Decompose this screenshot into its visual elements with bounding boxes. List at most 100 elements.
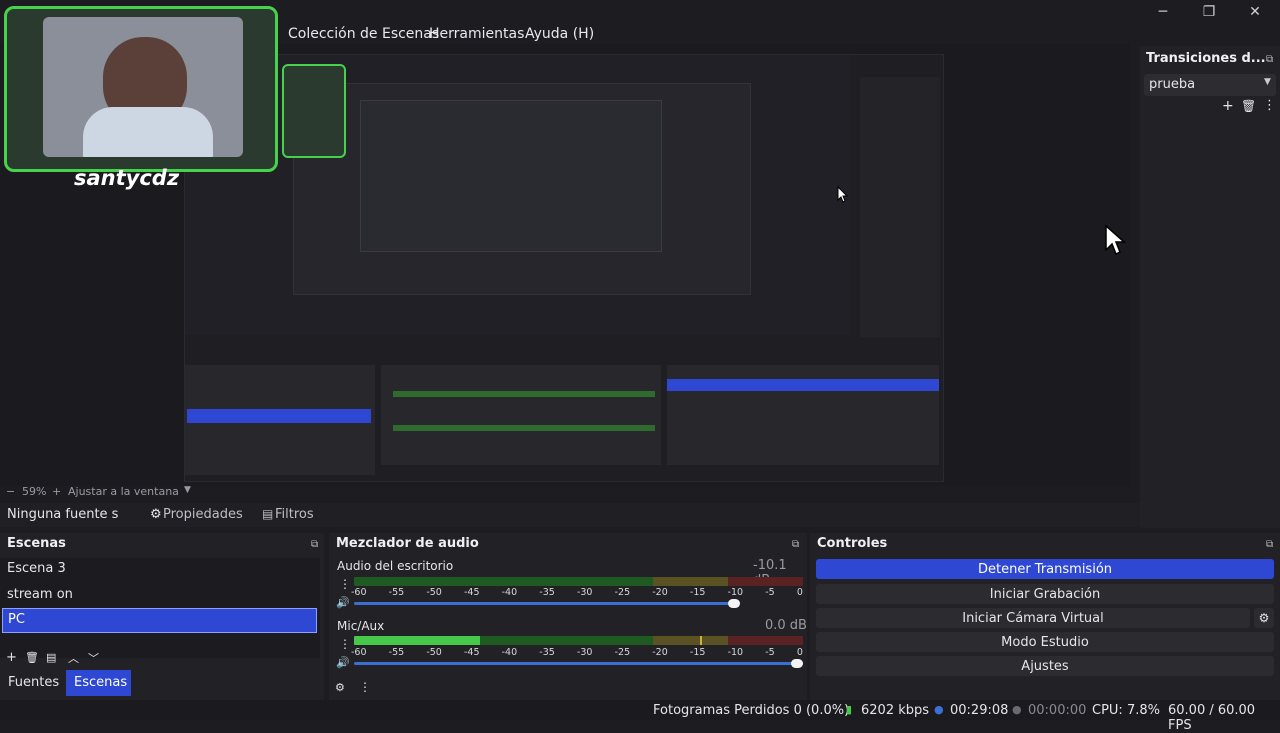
audio-mixer-panel: Mezclador de audio ⧉ Audio del escritori… — [329, 533, 807, 700]
studio-mode-button[interactable]: Modo Estudio — [816, 632, 1274, 652]
filter-icon[interactable]: ▤ — [46, 651, 56, 664]
nested-preview-level2 — [293, 83, 751, 295]
volume-meter — [354, 577, 803, 586]
filter-icon: ▤ — [262, 507, 274, 521]
start-virtual-camera-button[interactable]: Iniciar Cámara Virtual — [816, 608, 1250, 628]
close-button[interactable]: ✕ — [1232, 0, 1278, 24]
source-toolbar: Ninguna fuente s ⚙ Propiedades ▤ Filtros — [0, 503, 1140, 527]
tab-scenes[interactable]: Escenas — [66, 670, 131, 696]
meter-tick-label: -30 — [576, 587, 593, 598]
meter-ticks: -60 -55 -50 -45 -40 -35 -30 -25 -20 -15 -10 -5 0 — [351, 647, 803, 658]
add-icon[interactable]: + — [1222, 98, 1234, 114]
tab-sources[interactable]: Fuentes — [8, 675, 59, 690]
scenes-title: Escenas — [7, 536, 66, 551]
dock-float-icon[interactable]: ⧉ — [1266, 539, 1273, 550]
zoom-level: 59% — [22, 485, 47, 498]
volume-knob[interactable] — [791, 659, 803, 668]
nested-cursor-icon — [837, 186, 849, 203]
nested-mixer — [381, 365, 661, 465]
transitions-title: Transiciones d... — [1146, 51, 1266, 66]
scene-list: Escena 3 stream on PC — [0, 558, 320, 658]
dock-float-icon[interactable]: ⧉ — [792, 539, 799, 550]
webcam-name-label: santycdz — [74, 166, 180, 190]
chevron-down-icon[interactable]: ▼ — [184, 485, 191, 495]
channel-db: 0.0 dB — [765, 618, 807, 633]
meter-tick-label: -25 — [614, 647, 631, 658]
start-recording-button[interactable]: Iniciar Grabación — [816, 584, 1274, 604]
add-scene-icon[interactable]: + — [6, 650, 17, 665]
properties-button[interactable]: Propiedades — [163, 507, 243, 522]
record-icon: ● — [1012, 703, 1022, 716]
meter-tick-label: -15 — [689, 587, 706, 598]
mixer-title: Mezclador de audio — [336, 536, 479, 551]
meter-band — [728, 636, 803, 645]
stop-stream-button[interactable]: Detener Transmisión — [816, 559, 1274, 579]
meter-tick-label: -40 — [501, 587, 518, 598]
meter-tick-label: -10 — [727, 587, 744, 598]
maximize-button[interactable]: ❐ — [1186, 0, 1232, 24]
transition-selected-label: prueba — [1149, 77, 1196, 92]
fit-window-label[interactable]: Ajustar a la ventana — [68, 485, 179, 498]
minimize-button[interactable]: ─ — [1140, 0, 1186, 24]
transitions-panel: Transiciones d... ⧉ prueba ▼ + 🗑 ⋮ — [1140, 46, 1280, 528]
meter-tick-label: -35 — [539, 647, 555, 658]
stream-icon: ● — [934, 703, 944, 716]
meter-band — [728, 577, 803, 586]
gear-icon: ⚙ — [150, 507, 162, 522]
volume-meter — [354, 636, 803, 645]
channel-name: Audio del escritorio — [337, 559, 454, 573]
fps: 60.00 / 60.00 FPS — [1168, 703, 1256, 733]
dock-float-icon[interactable]: ⧉ — [311, 539, 318, 550]
meter-tick-label: -20 — [652, 587, 668, 598]
nested-controls — [667, 365, 939, 465]
tab-scenes-label: Escenas — [74, 675, 128, 690]
move-up-icon[interactable]: ︿ — [68, 650, 79, 666]
move-down-icon[interactable]: ﹀ — [88, 650, 99, 666]
webcam-video — [43, 17, 243, 157]
chevron-down-icon: ▼ — [1264, 77, 1271, 87]
cpu-usage: CPU: 7.8% — [1092, 703, 1160, 718]
advanced-audio-icon[interactable]: ⚙ — [335, 681, 345, 694]
meter-tick-label: -35 — [539, 587, 555, 598]
controls-title: Controles — [817, 536, 888, 551]
status-bar — [0, 700, 1280, 720]
speaker-icon[interactable]: 🔊 — [336, 656, 350, 669]
settings-button[interactable]: Ajustes — [816, 656, 1274, 676]
channel-menu-icon[interactable]: ⋮ — [339, 577, 351, 591]
mixer-menu-icon[interactable]: ⋮ — [359, 680, 371, 694]
more-icon[interactable]: ⋮ — [1263, 98, 1276, 113]
scene-item[interactable]: stream on — [7, 587, 73, 602]
meter-band — [653, 577, 728, 586]
volume-knob[interactable] — [728, 599, 741, 608]
trash-icon[interactable]: 🗑 — [25, 651, 39, 664]
menu-scene-collection[interactable]: Colección de Escenas — [288, 26, 439, 42]
meter-ticks: -60 -55 -50 -45 -40 -35 -30 -25 -20 -15 -10 -5 0 — [351, 587, 803, 598]
gear-icon[interactable]: ⚙ — [1254, 608, 1274, 628]
trash-icon[interactable]: 🗑 — [1241, 99, 1256, 113]
volume-slider[interactable] — [354, 602, 741, 605]
meter-tick-label: -55 — [388, 647, 405, 658]
signal-icon: ▮ — [846, 703, 853, 716]
stream-time: 00:29:08 — [950, 703, 1009, 718]
meter-tick-label: -5 — [765, 587, 775, 598]
dock-float-icon[interactable]: ⧉ — [1266, 54, 1273, 65]
meter-tick-label: 0 — [796, 587, 803, 598]
scene-item-selected[interactable]: PC — [2, 608, 317, 633]
meter-tick-label: -60 — [351, 647, 367, 658]
meter-tick-label: -25 — [614, 587, 631, 598]
webcam-frame — [4, 6, 278, 172]
menu-tools[interactable]: Herramientas — [429, 26, 524, 42]
zoom-out-button[interactable]: − — [6, 485, 15, 498]
webcam-overlay: santycdz — [0, 0, 282, 220]
speaker-icon[interactable]: 🔊 — [336, 596, 350, 609]
mouse-cursor-icon — [1105, 224, 1126, 256]
menu-help[interactable]: Ayuda (H) — [525, 26, 594, 42]
zoom-in-button[interactable]: + — [52, 485, 61, 498]
channel-menu-icon[interactable]: ⋮ — [339, 637, 351, 651]
transition-select[interactable]: prueba ▼ — [1144, 74, 1276, 96]
volume-slider[interactable] — [354, 662, 803, 665]
preview-canvas[interactable]: santycdz — [0, 6, 1130, 486]
scene-item[interactable]: Escena 3 — [7, 561, 66, 576]
filters-button[interactable]: Filtros — [275, 507, 314, 522]
scene-item-label: PC — [8, 612, 25, 627]
